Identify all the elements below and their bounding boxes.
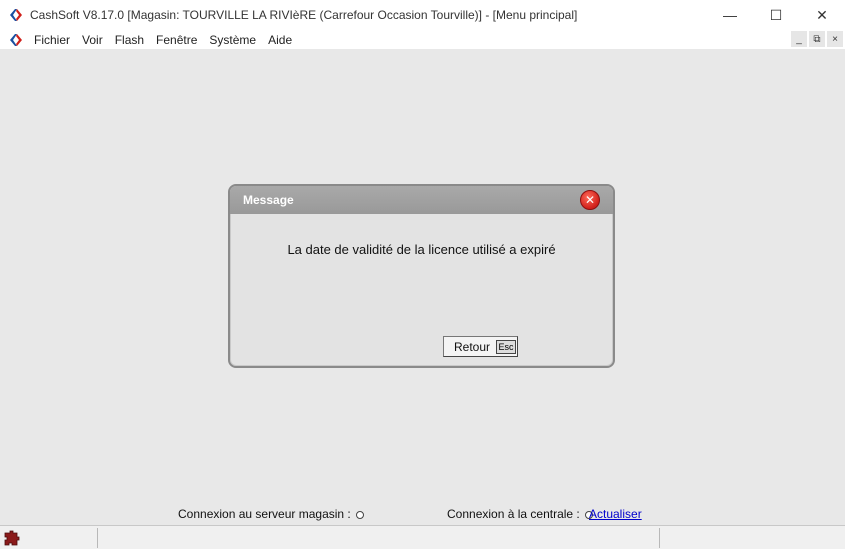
maximize-button[interactable]: ☐ [753, 0, 799, 30]
close-icon: ✕ [584, 193, 596, 207]
server-connection-status: Connexion au serveur magasin : [178, 507, 364, 521]
status-bar [0, 525, 845, 549]
puzzle-icon [4, 530, 20, 546]
message-dialog: Message ✕ La date de validité de la lice… [228, 184, 615, 368]
maximize-icon: ☐ [769, 6, 783, 23]
dialog-title: Message [243, 193, 294, 207]
refresh-link[interactable]: Actualiser [589, 507, 642, 521]
central-connection-label: Connexion à la centrale : [447, 507, 580, 521]
mdi-close-button[interactable]: × [827, 31, 843, 47]
mdi-minimize-button[interactable]: _ [791, 31, 807, 47]
dialog-message: La date de validité de la licence utilis… [287, 242, 556, 257]
status-separator [97, 528, 98, 548]
mdi-controls: _ ⧉ × [791, 31, 843, 47]
retour-label: Retour [454, 339, 491, 354]
menu-aide[interactable]: Aide [262, 33, 298, 47]
menu-bar: Fichier Voir Flash Fenêtre Système Aide … [0, 30, 845, 49]
dialog-header: Message ✕ [230, 186, 613, 214]
esc-key-hint: Esc [496, 339, 516, 354]
title-bar: CashSoft V8.17.0 [Magasin: TOURVILLE LA … [0, 0, 845, 30]
status-separator [659, 528, 660, 548]
menu-fichier[interactable]: Fichier [28, 33, 76, 47]
retour-button[interactable]: Retour Esc [443, 336, 518, 357]
window-controls: — ☐ ✕ [707, 0, 845, 30]
minimize-button[interactable]: — [707, 0, 753, 30]
menu-fenetre[interactable]: Fenêtre [150, 33, 203, 47]
close-window-button[interactable]: ✕ [799, 0, 845, 30]
carrefour-logo-icon [10, 33, 22, 46]
close-icon: ✕ [816, 6, 828, 23]
refresh-link-wrap: Actualiser [589, 507, 642, 521]
mdi-restore-button[interactable]: ⧉ [809, 31, 825, 47]
central-connection-status: Connexion à la centrale : [447, 507, 593, 521]
carrefour-logo-icon [10, 9, 22, 21]
server-connection-label: Connexion au serveur magasin : [178, 507, 351, 521]
menu-voir[interactable]: Voir [76, 33, 109, 47]
minimize-icon: — [723, 7, 737, 23]
dialog-close-button[interactable]: ✕ [580, 190, 600, 210]
menu-systeme[interactable]: Système [203, 33, 262, 47]
window-title: CashSoft V8.17.0 [Magasin: TOURVILLE LA … [30, 8, 578, 22]
menu-flash[interactable]: Flash [109, 33, 150, 47]
server-status-indicator [355, 511, 364, 519]
